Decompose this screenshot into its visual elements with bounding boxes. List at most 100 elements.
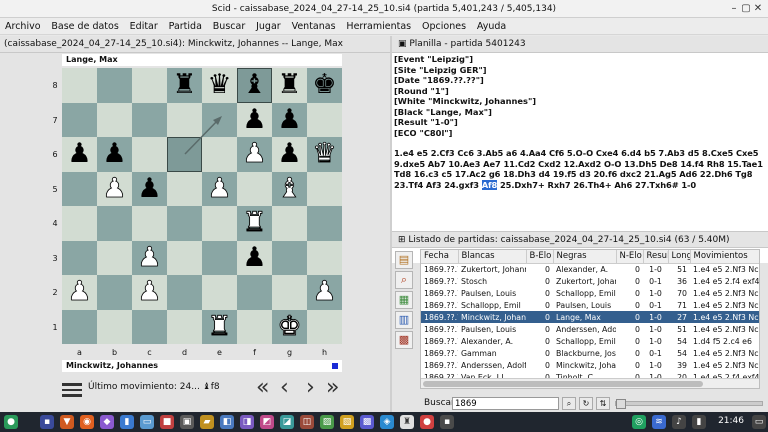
square-d5[interactable] [167, 171, 202, 206]
square-b1[interactable] [97, 309, 132, 344]
white-pawn-icon[interactable]: ♟ [307, 275, 342, 310]
square-d7[interactable] [167, 102, 202, 137]
black-pawn-icon[interactable]: ♟ [237, 103, 272, 138]
table-row[interactable]: 1869.??.??Minckwitz, Johannes0Lange, Max… [421, 311, 759, 323]
square-e7[interactable] [202, 102, 237, 137]
white-rook-icon[interactable]: ♜ [237, 206, 272, 241]
square-d4[interactable] [167, 206, 202, 241]
column-header[interactable]: N-Elo [616, 250, 644, 264]
chess-board[interactable]: ♜ ♛ ♝ ♜ ♚ ♟ ♟ ♟ ♟ ♟ ♟ ♛ ♟ ♟ ♟ ♝ ♜ ♟ ♟ ♟ ♟ ♟ ♜ ♚ [62, 68, 342, 344]
app4-icon[interactable]: ▣ [180, 415, 194, 429]
black-rook-icon[interactable]: ♜ [272, 68, 307, 103]
tray-app-icon[interactable]: ◎ [632, 415, 646, 429]
square-e6[interactable] [202, 137, 237, 172]
board-icon[interactable]: ▩ [395, 331, 413, 349]
app7-icon[interactable]: ◩ [260, 415, 274, 429]
current-move[interactable]: Af8 [481, 179, 497, 190]
black-pawn-icon[interactable]: ♟ [97, 137, 132, 172]
square-h7[interactable] [307, 102, 342, 137]
search-input[interactable] [452, 397, 559, 410]
square-e4[interactable] [202, 206, 237, 241]
square-c4[interactable] [132, 206, 167, 241]
square-b4[interactable] [97, 206, 132, 241]
browser-icon[interactable]: ▼ [60, 415, 74, 429]
black-bishop-icon[interactable]: ♝ [237, 68, 272, 103]
white-queen-icon[interactable]: ♛ [307, 137, 342, 172]
white-king-icon[interactable]: ♚ [272, 310, 307, 345]
menu-editar[interactable]: Editar [126, 18, 162, 35]
table-row[interactable]: 1869.??.??Anderssen, Adolf 0 Minckwitz, Jo… [421, 359, 759, 371]
app3-icon[interactable]: ■ [160, 415, 174, 429]
black-pawn-icon[interactable]: ♟ [272, 103, 307, 138]
black-pawn-icon[interactable]: ♟ [62, 137, 97, 172]
square-c6[interactable] [132, 137, 167, 172]
white-pawn-icon[interactable]: ♟ [97, 172, 132, 207]
table-row[interactable]: 1869.??.??Zukertort, Johannes 0 Alexander,… [421, 263, 759, 275]
black-pawn-icon[interactable]: ♟ [272, 137, 307, 172]
app5-icon[interactable]: ◧ [220, 415, 234, 429]
white-bishop-icon[interactable]: ♝ [272, 172, 307, 207]
menu-ventanas[interactable]: Ventanas [288, 18, 340, 35]
white-pawn-icon[interactable]: ♟ [202, 172, 237, 207]
table-row[interactable]: 1869.??.??Paulsen, Louis 0 Schallopp, Emil… [421, 287, 759, 299]
close-icon[interactable]: ✕ [752, 3, 764, 15]
black-pawn-icon[interactable]: ♟ [132, 172, 167, 207]
square-f5[interactable] [237, 171, 272, 206]
maximize-icon[interactable]: ▢ [740, 3, 752, 15]
search-doc-icon[interactable]: ⌕ [395, 271, 413, 289]
white-pawn-icon[interactable]: ♟ [132, 275, 167, 310]
column-header[interactable]: Negras [553, 250, 617, 264]
square-a8[interactable] [62, 68, 97, 103]
square-h5[interactable] [307, 171, 342, 206]
chess-app-icon[interactable]: ♜ [400, 415, 414, 429]
book-icon[interactable]: ▤ [395, 251, 413, 269]
tray-battery-icon[interactable]: ▮ [692, 415, 706, 429]
column-header[interactable]: Resultado [643, 250, 669, 264]
square-b3[interactable] [97, 240, 132, 275]
column-header[interactable]: Movimientos [690, 250, 759, 264]
app12-icon[interactable]: ▩ [360, 415, 374, 429]
square-g2[interactable] [272, 275, 307, 310]
app10-icon[interactable]: ▨ [320, 415, 334, 429]
minimize-icon[interactable]: – [728, 3, 740, 15]
black-rook-icon[interactable]: ♜ [167, 68, 202, 103]
menu-ayuda[interactable]: Ayuda [473, 18, 510, 35]
square-d3[interactable] [167, 240, 202, 275]
square-d1[interactable] [167, 309, 202, 344]
square-a4[interactable] [62, 206, 97, 241]
white-pawn-icon[interactable]: ♟ [132, 241, 167, 276]
tray-network-icon[interactable]: ≋ [652, 415, 666, 429]
square-h3[interactable] [307, 240, 342, 275]
square-h1[interactable] [307, 309, 342, 344]
start-menu-icon[interactable]: ● [4, 415, 18, 429]
square-d2[interactable] [167, 275, 202, 310]
black-king-icon[interactable]: ♚ [307, 68, 342, 103]
menu-opciones[interactable]: Opciones [418, 18, 470, 35]
pgn-moves[interactable]: 1.e4 e5 2.Cf3 Cc6 3.Ab5 a6 4.Aa4 Cf6 5.O… [394, 148, 766, 190]
app-icon[interactable]: ▪ [40, 415, 54, 429]
column-header[interactable]: B-Elo [526, 250, 554, 264]
menu-archivo[interactable]: Archivo [0, 18, 45, 35]
menu-base-de-datos[interactable]: Base de datos [47, 18, 122, 35]
app6-icon[interactable]: ◨ [240, 415, 254, 429]
table-row[interactable]: 1869.??.??Schallopp, Emil 0 Paulsen, Louis… [421, 299, 759, 311]
menu-buscar[interactable]: Buscar [209, 18, 249, 35]
table-row[interactable]: 1869.??.??Alexander, A. 0 Schallopp, Emil 0… [421, 335, 759, 347]
expand-icon[interactable]: ⊞ [398, 235, 408, 245]
table-row[interactable]: 1869.??.??Gamman 0 Blackburne, Joseph 0 0-1 5… [421, 347, 759, 359]
square-c8[interactable] [132, 68, 167, 103]
first-move-button[interactable]: « [256, 377, 269, 399]
last-move-button[interactable]: » [326, 377, 339, 399]
square-e2[interactable] [202, 275, 237, 310]
white-pawn-icon[interactable]: ♟ [62, 275, 97, 310]
menu-jugar[interactable]: Jugar [252, 18, 285, 35]
table-row[interactable]: 1869.??.??Paulsen, Louis 0 Anderssen, Adol… [421, 323, 759, 335]
notifications-icon[interactable]: ▭ [752, 415, 766, 429]
hamburger-menu-icon[interactable] [62, 380, 82, 398]
black-queen-icon[interactable]: ♛ [202, 68, 237, 103]
app15-icon[interactable]: ▪ [440, 415, 454, 429]
search-icon[interactable]: ⌕ [562, 397, 576, 410]
game-list-scrollbar[interactable] [421, 378, 759, 388]
game-list-slider[interactable] [615, 399, 763, 409]
files-icon[interactable]: ▮ [120, 415, 134, 429]
